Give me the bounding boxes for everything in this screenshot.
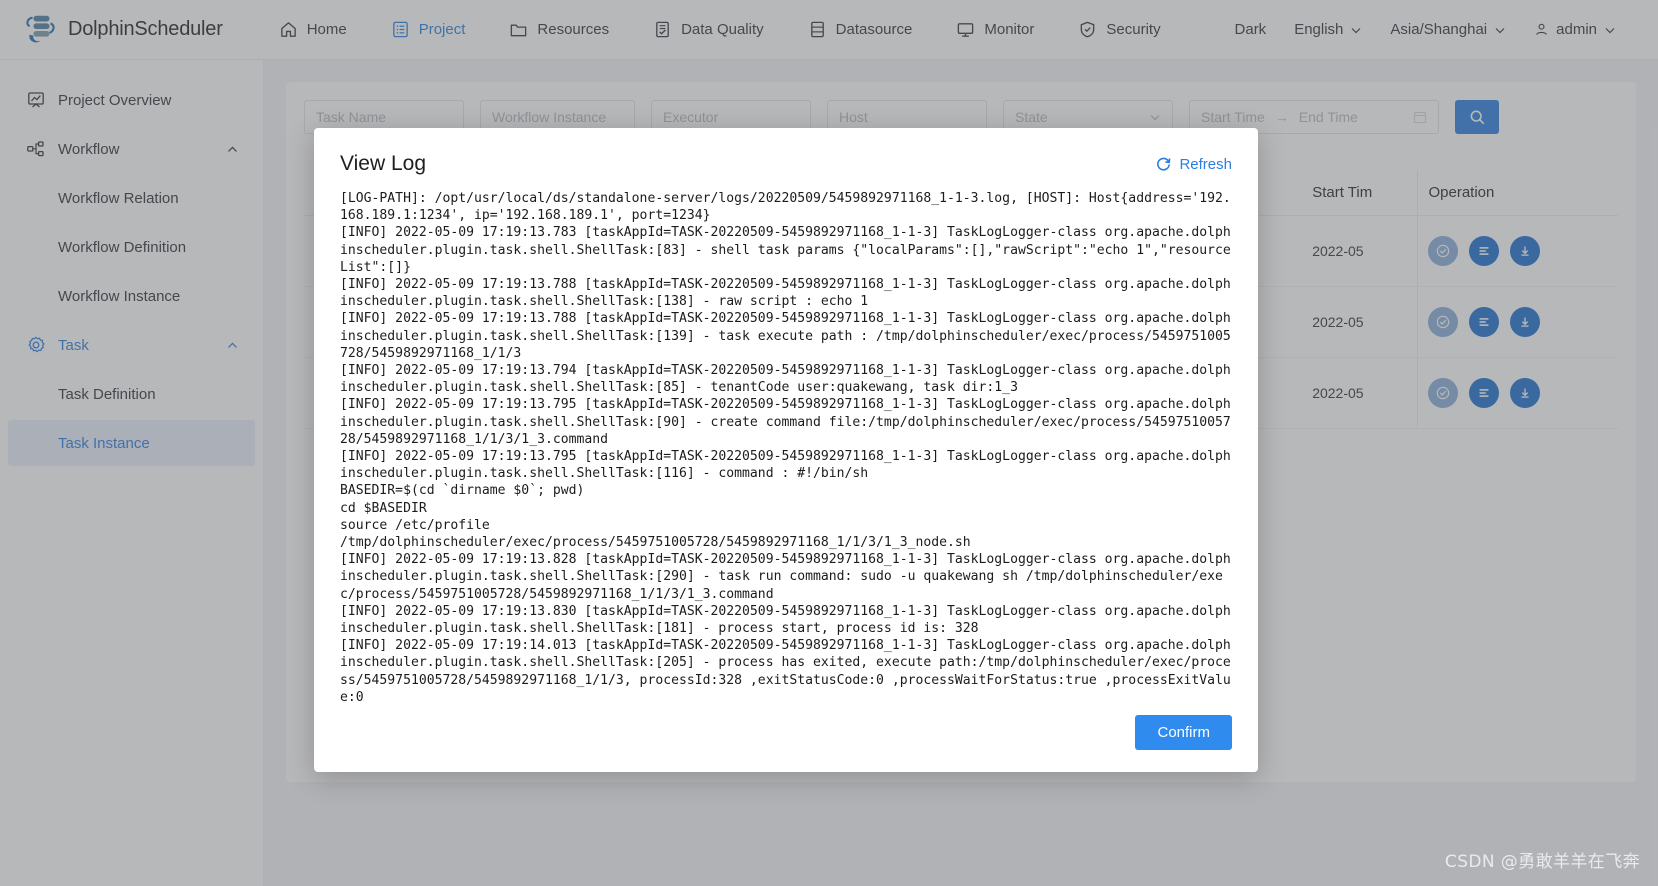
app-root: DolphinScheduler Home Project Resources …	[0, 0, 1658, 886]
modal-header: View Log Refresh	[314, 128, 1258, 180]
modal-title: View Log	[340, 152, 427, 175]
modal-footer: Confirm	[314, 705, 1258, 772]
confirm-button[interactable]: Confirm	[1135, 715, 1232, 750]
refresh-icon	[1157, 157, 1171, 171]
log-content[interactable]: [LOG-PATH]: /opt/usr/local/ds/standalone…	[314, 190, 1258, 705]
watermark: CSDN @勇敢羊羊在飞奔	[1444, 852, 1640, 872]
refresh-button[interactable]: Refresh	[1155, 156, 1232, 173]
refresh-label: Refresh	[1179, 155, 1232, 173]
view-log-modal: View Log Refresh [LOG-PATH]: /opt/usr/lo…	[314, 128, 1258, 772]
